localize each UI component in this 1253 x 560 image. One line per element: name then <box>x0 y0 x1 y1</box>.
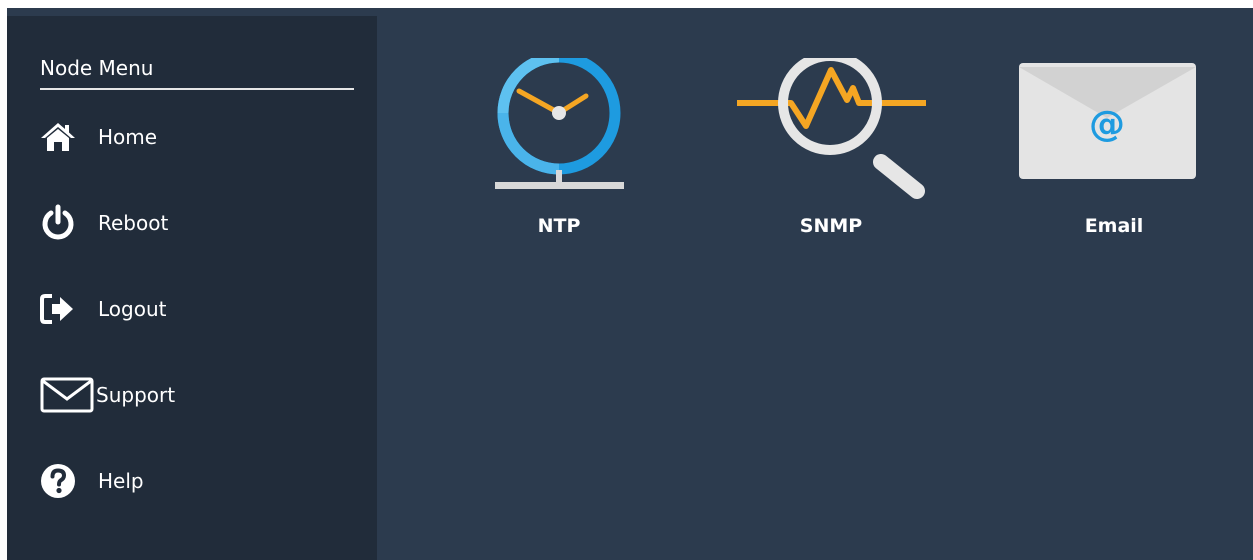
home-icon <box>40 117 98 157</box>
sidebar-item-label: Help <box>98 469 144 493</box>
envelope-icon <box>40 375 96 415</box>
sidebar-item-reboot[interactable]: Reboot <box>40 203 340 243</box>
snmp-tile[interactable]: SNMP <box>731 51 931 248</box>
sidebar: Node Menu Home Reboot Logout Support Hel… <box>7 16 377 560</box>
clock-icon <box>459 51 659 208</box>
sidebar-title: Node Menu <box>40 56 354 90</box>
app-window: Node Menu Home Reboot Logout Support Hel… <box>7 8 1253 560</box>
sidebar-item-help[interactable]: Help <box>40 461 340 501</box>
sidebar-item-logout[interactable]: Logout <box>40 289 340 329</box>
snmp-label: SNMP <box>799 215 863 237</box>
sidebar-item-label: Support <box>96 383 176 407</box>
svg-text:@: @ <box>1089 104 1125 145</box>
sidebar-item-support[interactable]: Support <box>40 375 340 415</box>
magnifier-pulse-icon <box>731 51 931 208</box>
sidebar-item-label: Logout <box>98 297 167 321</box>
sidebar-item-home[interactable]: Home <box>40 117 340 157</box>
email-label: Email <box>1084 215 1144 237</box>
ntp-label: NTP <box>537 215 581 237</box>
email-tile[interactable]: @ Email <box>1014 58 1214 248</box>
sidebar-item-label: Home <box>98 125 158 149</box>
ntp-tile[interactable]: NTP <box>459 51 659 248</box>
email-envelope-icon: @ <box>1014 58 1214 208</box>
power-icon <box>40 203 98 243</box>
logout-icon <box>40 289 98 329</box>
sidebar-item-label: Reboot <box>98 211 169 235</box>
help-icon <box>40 461 98 501</box>
